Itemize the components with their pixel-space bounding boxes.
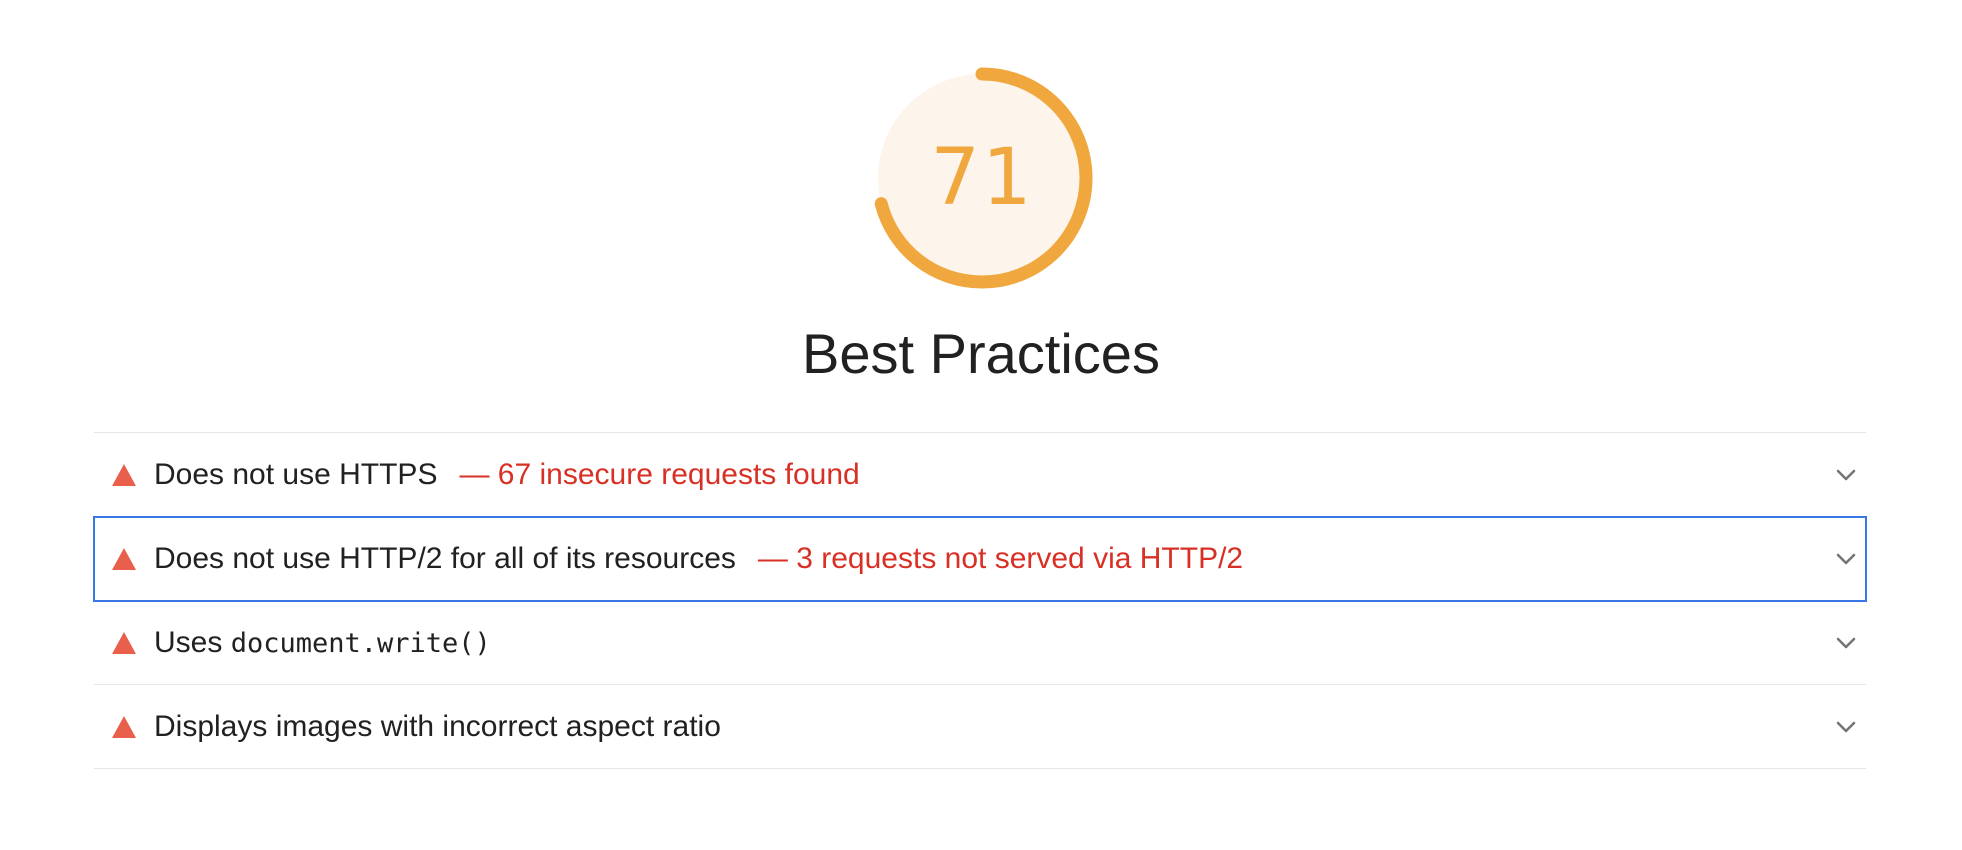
audit-row-aspect-ratio[interactable]: Displays images with incorrect aspect ra…: [94, 685, 1866, 769]
audit-row-http2[interactable]: Does not use HTTP/2 for all of its resou…: [93, 516, 1867, 602]
audit-row-document-write[interactable]: Uses document.write(): [94, 601, 1866, 685]
chevron-down-icon[interactable]: [1832, 545, 1860, 573]
category-title: Best Practices: [802, 322, 1160, 385]
audit-title: Does not use HTTPS: [154, 457, 438, 491]
audit-display-value: — 3 requests not served via HTTP/2: [757, 541, 1244, 575]
chevron-down-icon[interactable]: [1832, 713, 1860, 741]
audit-title: Displays images with incorrect aspect ra…: [154, 709, 721, 743]
score-gauge: 71: [866, 62, 1098, 294]
warning-triangle-icon: [104, 463, 144, 487]
warning-triangle-icon: [104, 547, 144, 571]
score-value: 71: [930, 133, 1034, 223]
audit-title-prefix: Uses: [154, 625, 231, 659]
audit-title-code: document.write(): [230, 627, 491, 659]
audit-title: Does not use HTTP/2 for all of its resou…: [154, 541, 736, 575]
chevron-down-icon[interactable]: [1832, 461, 1860, 489]
audit-title: Uses document.write(): [154, 626, 491, 660]
audit-list: Does not use HTTPS — 67 insecure request…: [93, 432, 1867, 769]
audit-row-https[interactable]: Does not use HTTPS — 67 insecure request…: [94, 433, 1866, 517]
chevron-down-icon[interactable]: [1832, 629, 1860, 657]
audit-display-value: — 67 insecure requests found: [459, 457, 860, 491]
warning-triangle-icon: [104, 631, 144, 655]
warning-triangle-icon: [104, 715, 144, 739]
